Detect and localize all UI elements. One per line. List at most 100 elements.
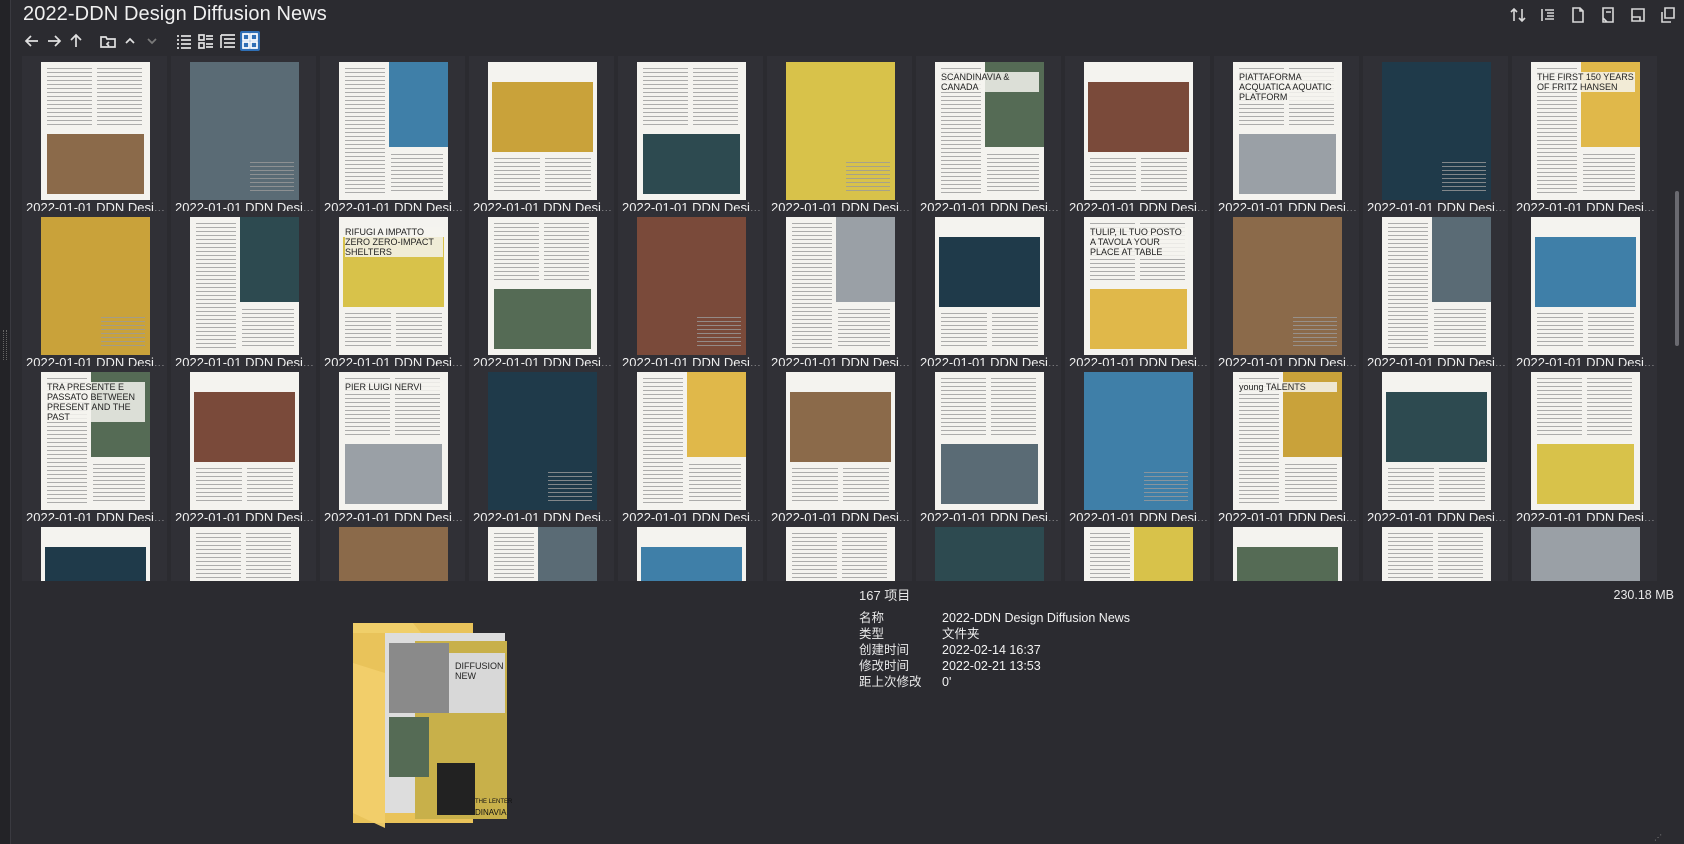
thumbnail-item[interactable]: 2022-01-01 DDN Desi... [916,211,1061,372]
thumbnail-item[interactable]: 2022-01-01 DDN Desi... [618,521,763,581]
thumbnail-item[interactable]: young TALENTS 2022-01-01 DDN Desi... [1214,366,1359,527]
page-thumbnail [637,372,746,510]
sort-icon[interactable] [1506,4,1530,26]
copy-icon[interactable] [1656,4,1680,26]
thumbnail-item[interactable]: 2022-01-01 DDN Desi... [1214,521,1359,581]
page-thumbnail [1084,62,1193,200]
page-corner-icon[interactable] [1596,4,1620,26]
page-thumbnail [488,527,597,581]
details-panel: DIFFUSION NEW THE LENTER DINAVIA 167 项目 … [0,581,1684,844]
page-thumbnail [1084,372,1193,510]
page-thumbnail: young TALENTS [1233,372,1342,510]
thumbnail-item[interactable]: 2022-01-01 DDN Desi... [1214,211,1359,372]
thumbnail-title: TULIP, IL TUO POSTO A TAVOLA YOUR PLACE … [1090,227,1188,257]
page-thumbnail [41,527,150,581]
thumbnail-item[interactable]: RIFUGI A IMPATTO ZERO ZERO-IMPACT SHELTE… [320,211,465,372]
thumbnail-item[interactable]: 2022-01-01 DDN Desi... [171,521,316,581]
thumbnail-item[interactable]: 2022-01-01 DDN Desi... [916,521,1061,581]
folder-open-icon[interactable] [98,31,118,51]
page-thumbnail: TRA PRESENTE E PASSATO BETWEEN PRESENT A… [41,372,150,510]
folder-preview-icon: DIFFUSION NEW THE LENTER DINAVIA [353,623,513,828]
tree-view-icon[interactable] [218,31,238,51]
thumbnail-view-icon[interactable] [240,31,260,51]
thumbnail-item[interactable]: 2022-01-01 DDN Desi... [171,366,316,527]
top-toolbar [1506,4,1680,26]
page-thumbnail [935,527,1044,581]
thumbnail-item[interactable]: 2022-01-01 DDN Desi... [1065,56,1210,217]
thumbnail-title: TRA PRESENTE E PASSATO BETWEEN PRESENT A… [47,382,145,422]
thumbnail-item[interactable]: 2022-01-01 DDN Desi... [767,56,912,217]
thumbnail-item[interactable]: THE FIRST 150 YEARS OF FRITZ HANSEN 2022-… [1512,56,1657,217]
folder-preview-text: DINAVIA [475,808,507,817]
thumbnail-item[interactable]: 2022-01-01 DDN Desi... [618,211,763,372]
page-thumbnail [1382,372,1491,510]
page-thumbnail [935,217,1044,355]
thumbnail-item[interactable]: 2022-01-01 DDN Desi... [767,521,912,581]
scrollbar-thumb[interactable] [1675,191,1679,346]
thumbnail-title: RIFUGI A IMPATTO ZERO ZERO-IMPACT SHELTE… [345,227,443,257]
thumbnail-item[interactable]: PIATTAFORMA ACQUATICA AQUATIC PLATFORM 20… [1214,56,1359,217]
thumbnail-item[interactable]: 2022-01-01 DDN Desi... [469,366,614,527]
thumbnail-item[interactable]: 2022-01-01 DDN Desi... [1065,366,1210,527]
thumbnail-item[interactable]: 2022-01-01 DDN Desi... [171,211,316,372]
page-thumbnail [339,62,448,200]
thumbnail-item[interactable]: 2022-01-01 DDN Desi... [22,521,167,581]
thumbnail-item[interactable]: 2022-01-01 DDN Desi... [320,56,465,217]
thumbnail-item[interactable]: 2022-01-01 DDN Desi... [1512,211,1657,372]
chevron-down-icon[interactable] [142,31,162,51]
thumbnail-item[interactable]: PIER LUIGI NERVI 2022-01-01 DDN Desi... [320,366,465,527]
navigation-toolbar [22,30,260,52]
thumbnail-item[interactable]: 2022-01-01 DDN Desi... [1065,521,1210,581]
thumbnail-grid: 2022-01-01 DDN Desi... 2022-01-01 DDN Des… [22,56,1662,581]
thumbnail-title: young TALENTS [1239,382,1337,392]
page-thumbnail [190,372,299,510]
thumbnail-item[interactable]: 2022-01-01 DDN Desi... [320,521,465,581]
thumbnail-item[interactable]: 2022-01-01 DDN Desi... [618,56,763,217]
forward-icon[interactable] [44,31,64,51]
thumbnail-item[interactable]: 2022-01-01 DDN Desi... [1363,366,1508,527]
thumbnail-item[interactable]: 2022-01-01 DDN Desi... [469,56,614,217]
thumbnail-item[interactable]: 2022-01-01 DDN Desi... [618,366,763,527]
property-label: 名称 [859,611,885,625]
page-icon[interactable] [1566,4,1590,26]
page-thumbnail [488,372,597,510]
page-thumbnail: TULIP, IL TUO POSTO A TAVOLA YOUR PLACE … [1084,217,1193,355]
outline-icon[interactable] [1536,4,1560,26]
thumbnail-item[interactable]: 2022-01-01 DDN Desi... [469,211,614,372]
thumbnail-item[interactable]: 2022-01-01 DDN Desi... [1363,521,1508,581]
thumbnail-item[interactable]: TRA PRESENTE E PASSATO BETWEEN PRESENT A… [22,366,167,527]
property-label: 创建时间 [859,643,910,657]
detail-view-icon[interactable] [196,31,216,51]
thumbnail-item[interactable]: 2022-01-01 DDN Desi... [767,211,912,372]
page-thumbnail [935,372,1044,510]
page-thumbnail [488,217,597,355]
panel-icon[interactable] [1626,4,1650,26]
resize-corner[interactable]: ⋰ [1654,833,1662,842]
property-value: 2022-02-21 13:53 [942,659,1041,673]
chevron-up-icon[interactable] [120,31,140,51]
property-label: 类型 [859,627,885,641]
thumbnail-item[interactable]: SCANDINAVIA & CANADA 2022-01-01 DDN Desi.… [916,56,1061,217]
list-view-icon[interactable] [174,31,194,51]
thumbnail-item[interactable]: 2022-01-01 DDN Desi... [1512,521,1657,581]
thumbnail-item[interactable]: TULIP, IL TUO POSTO A TAVOLA YOUR PLACE … [1065,211,1210,372]
thumbnail-item[interactable]: 2022-01-01 DDN Desi... [171,56,316,217]
thumbnail-item[interactable]: 2022-01-01 DDN Desi... [1363,211,1508,372]
up-icon[interactable] [66,31,86,51]
thumbnail-title: PIATTAFORMA ACQUATICA AQUATIC PLATFORM [1239,72,1337,102]
page-thumbnail [190,62,299,200]
vertical-scrollbar[interactable] [1674,56,1680,581]
property-value: 文件夹 [942,627,980,641]
thumbnail-item[interactable]: 2022-01-01 DDN Desi... [22,56,167,217]
page-thumbnail [190,217,299,355]
thumbnail-item[interactable]: 2022-01-01 DDN Desi... [1512,366,1657,527]
thumbnail-item[interactable]: 2022-01-01 DDN Desi... [22,211,167,372]
thumbnail-item[interactable]: 2022-01-01 DDN Desi... [767,366,912,527]
resize-grip[interactable] [3,330,7,360]
thumbnail-item[interactable]: 2022-01-01 DDN Desi... [469,521,614,581]
thumbnail-item[interactable]: 2022-01-01 DDN Desi... [1363,56,1508,217]
page-thumbnail [637,217,746,355]
item-count: 167 项目 [859,588,911,603]
back-icon[interactable] [22,31,42,51]
thumbnail-item[interactable]: 2022-01-01 DDN Desi... [916,366,1061,527]
